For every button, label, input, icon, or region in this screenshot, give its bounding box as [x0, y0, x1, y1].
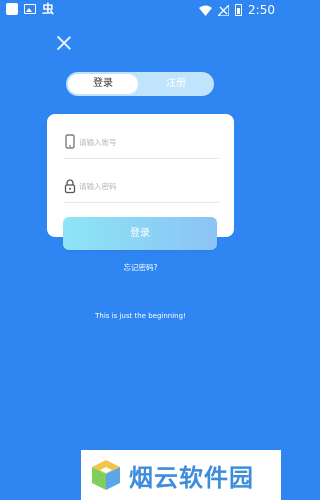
- password-field: [63, 172, 219, 203]
- password-input[interactable]: [79, 177, 219, 195]
- watermark: 烟云软件园: [81, 450, 281, 500]
- login-register-tabs: 登录 注册: [66, 72, 214, 96]
- wifi-icon: [199, 5, 213, 16]
- no-signal-icon: [218, 4, 230, 16]
- lock-icon: [64, 179, 76, 194]
- account-input[interactable]: [79, 133, 219, 151]
- notification-square-icon: [6, 3, 18, 15]
- status-bar-right: 2:50: [199, 3, 275, 17]
- status-bar: 虫 2:50: [0, 0, 281, 20]
- tab-login[interactable]: 登录: [68, 74, 138, 94]
- image-notification-icon: [24, 4, 36, 14]
- status-time: 2:50: [248, 3, 275, 17]
- watermark-text: 烟云软件园: [129, 463, 254, 492]
- forgot-password-link[interactable]: 忘记密码?: [0, 262, 281, 273]
- login-button[interactable]: 登录: [63, 217, 217, 250]
- cube-logo-icon: [92, 460, 120, 490]
- phone-icon: [65, 134, 75, 149]
- account-field: [63, 128, 219, 159]
- battery-icon: [235, 4, 243, 16]
- tab-register[interactable]: 注册: [140, 74, 212, 94]
- bug-icon: 虫: [42, 2, 55, 16]
- tagline: This is just the beginning!: [95, 312, 186, 320]
- status-bar-left: 虫: [6, 3, 54, 15]
- close-icon[interactable]: [56, 35, 72, 51]
